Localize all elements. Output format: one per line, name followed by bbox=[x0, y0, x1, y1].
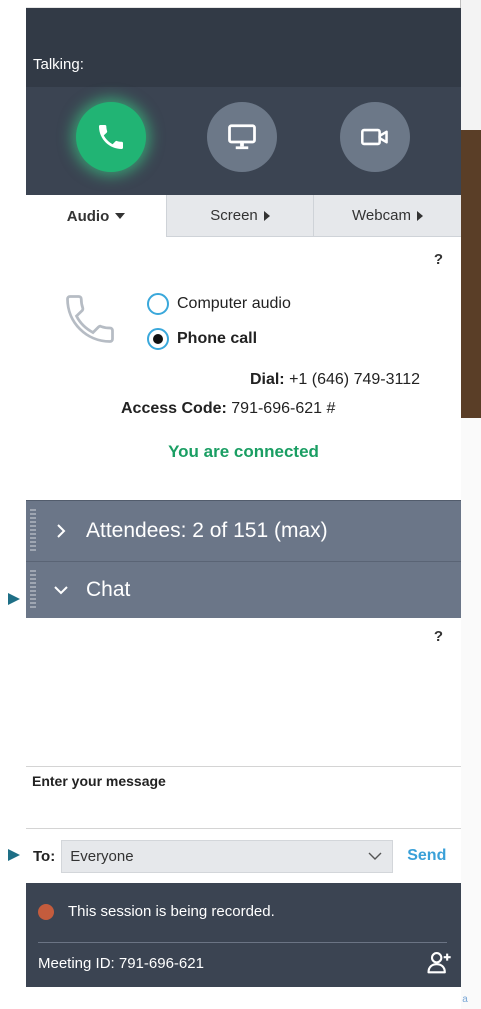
audio-panel: ? Computer audio Phone call Dial: +1 (64… bbox=[26, 237, 461, 500]
chat-label: Chat bbox=[86, 578, 131, 601]
talking-label: Talking: bbox=[33, 56, 84, 73]
recipient-row: To: Everyone Send bbox=[26, 828, 461, 883]
option-computer-audio[interactable]: Computer audio bbox=[147, 293, 291, 315]
pointer-arrow-to bbox=[8, 849, 20, 861]
caret-right-icon bbox=[263, 210, 270, 221]
option-phone-call[interactable]: Phone call bbox=[147, 328, 257, 350]
media-tabs: Audio Screen Webcam bbox=[26, 195, 461, 237]
meeting-id: Meeting ID: 791-696-621 bbox=[38, 955, 204, 972]
phone-icon bbox=[66, 295, 114, 343]
recipient-value: Everyone bbox=[70, 847, 134, 865]
drag-handle[interactable] bbox=[30, 570, 36, 610]
access-code-info: Access Code: 791-696-621 # bbox=[121, 400, 335, 418]
to-label: To: bbox=[33, 847, 56, 865]
webcam-icon bbox=[361, 128, 388, 146]
message-placeholder: Enter your message bbox=[32, 773, 166, 789]
background-image bbox=[460, 130, 481, 418]
message-input[interactable]: Enter your message bbox=[26, 766, 461, 828]
tab-webcam[interactable]: Webcam bbox=[313, 195, 461, 237]
footer-divider bbox=[38, 942, 447, 943]
meeting-control-panel: Talking: Audio Screen Webcam ? Computer … bbox=[26, 0, 461, 1009]
caret-right-icon bbox=[416, 210, 423, 221]
radio-phone-call[interactable] bbox=[147, 328, 169, 350]
option-phone-call-label: Phone call bbox=[177, 330, 258, 347]
chevron-down-icon bbox=[54, 586, 68, 595]
chat-help-button[interactable]: ? bbox=[434, 628, 443, 645]
recording-text: This session is being recorded. bbox=[68, 903, 275, 920]
dial-number: +1 (646) 749-3112 bbox=[289, 371, 420, 388]
chat-header[interactable]: Chat bbox=[26, 561, 461, 618]
media-controls bbox=[26, 87, 461, 195]
recording-notice: This session is being recorded. bbox=[38, 903, 275, 920]
background-content bbox=[460, 418, 481, 1009]
footer-bottom-strip bbox=[26, 987, 461, 1009]
dial-info: Dial: +1 (646) 749-3112 bbox=[250, 371, 420, 389]
connection-status: You are connected bbox=[168, 442, 319, 461]
recipient-select[interactable]: Everyone bbox=[61, 839, 394, 873]
attendees-header[interactable]: Attendees: 2 of 151 (max) bbox=[26, 500, 461, 561]
tab-audio[interactable]: Audio bbox=[26, 195, 166, 237]
title-bar bbox=[26, 0, 460, 8]
drag-handle[interactable] bbox=[30, 509, 36, 553]
add-person-icon[interactable] bbox=[425, 949, 453, 977]
access-code-value: 791-696-621 # bbox=[231, 400, 336, 417]
pointer-arrow-chat bbox=[8, 593, 20, 605]
phone-button[interactable] bbox=[76, 102, 146, 172]
session-footer: This session is being recorded. Meeting … bbox=[26, 883, 461, 1009]
radio-computer-audio[interactable] bbox=[147, 293, 169, 315]
chat-messages: ? bbox=[26, 618, 461, 766]
tab-audio-label: Audio bbox=[66, 207, 110, 225]
audio-help-button[interactable]: ? bbox=[434, 251, 443, 268]
phone-icon bbox=[99, 125, 123, 149]
attendees-label: Attendees: 2 of 151 (max) bbox=[86, 519, 328, 542]
tab-screen-label: Screen bbox=[210, 207, 258, 224]
radio-selected-dot bbox=[153, 334, 163, 344]
option-computer-audio-label: Computer audio bbox=[177, 295, 291, 312]
chevron-right-icon bbox=[57, 524, 66, 538]
background-toolbar bbox=[460, 0, 481, 130]
access-code-label: Access Code: bbox=[121, 400, 227, 417]
recording-dot bbox=[38, 903, 54, 920]
send-button[interactable]: Send bbox=[407, 847, 446, 865]
chevron-down-icon bbox=[368, 852, 382, 860]
tab-screen[interactable]: Screen bbox=[166, 195, 313, 237]
dial-label: Dial: bbox=[249, 371, 285, 388]
caret-down-icon bbox=[115, 213, 126, 219]
tab-webcam-label: Webcam bbox=[352, 207, 411, 224]
monitor-icon bbox=[228, 124, 256, 150]
screen-share-button[interactable] bbox=[207, 102, 277, 172]
talking-bar: Talking: bbox=[26, 8, 461, 87]
webcam-button[interactable] bbox=[340, 102, 410, 172]
